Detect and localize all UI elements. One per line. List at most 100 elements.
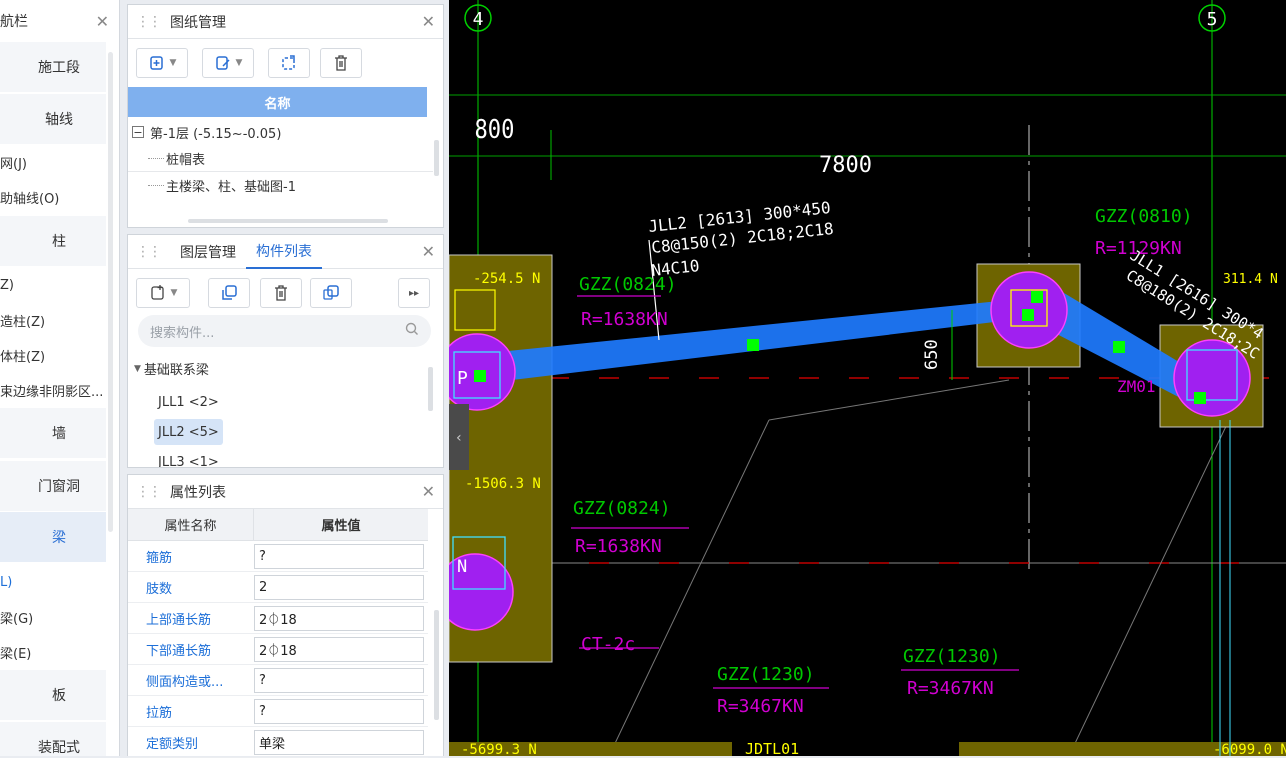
sidebar-item[interactable]: 轴线 <box>0 94 106 144</box>
tree-item-label: 主楼梁、柱、基础图-1 <box>166 180 296 195</box>
delete-component-button[interactable] <box>260 278 302 308</box>
reaction-label[interactable]: R=1638KN <box>581 309 668 330</box>
tab-component-list[interactable]: 构件列表 <box>246 235 322 269</box>
drawing-panel-title: 图纸管理 <box>170 14 226 31</box>
column-label[interactable]: GZZ(0824) <box>579 274 677 295</box>
grip-point[interactable] <box>1113 341 1125 353</box>
diagonal-line <box>768 379 1010 421</box>
sidebar-item[interactable]: 施工段 <box>0 42 106 92</box>
column-label[interactable]: GZZ(1230) <box>717 664 815 685</box>
sidebar-item[interactable]: 柱 <box>0 216 106 266</box>
component-item[interactable]: JLL2 <5> <box>154 419 223 445</box>
component-item-label: JLL2 <5> <box>158 424 219 440</box>
property-value-input[interactable]: 2⏀18 <box>254 605 424 631</box>
delete-drawing-button[interactable] <box>320 48 362 78</box>
column-label[interactable]: GZZ(1230) <box>903 646 1001 667</box>
sidebar-item[interactable]: 梁(E) <box>0 637 106 667</box>
property-value-input[interactable]: 2⏀18 <box>254 636 424 662</box>
column-label[interactable]: GZZ(0810) <box>1095 206 1193 227</box>
sidebar-item-label: 装配式 <box>38 740 80 756</box>
property-value-input[interactable]: ? <box>254 667 424 693</box>
sidebar-item[interactable]: 梁 <box>0 512 106 562</box>
group-header[interactable]: ▼ 基础联系梁 <box>134 359 209 378</box>
tree-connector <box>148 158 164 159</box>
sidebar-item[interactable]: Z) <box>0 270 106 300</box>
reaction-label[interactable]: R=3467KN <box>907 678 994 699</box>
reaction-label[interactable]: R=3467KN <box>717 696 804 717</box>
component-panel-header: ⋮⋮ 图层管理 构件列表 ✕ <box>128 235 443 269</box>
name-column-header[interactable]: 名称 <box>128 87 427 117</box>
chevron-down-icon: ▼ <box>134 363 141 374</box>
property-value-input[interactable]: ? <box>254 543 424 569</box>
sidebar-item[interactable]: 体柱(Z) <box>0 340 106 370</box>
edit-drawing-button[interactable]: ▼ <box>202 48 254 78</box>
sidebar-item[interactable]: 梁(G) <box>0 602 106 632</box>
export-drawing-button[interactable] <box>268 48 310 78</box>
property-value-input[interactable]: 单梁 <box>254 729 424 755</box>
property-name: 侧面构造或... <box>146 674 224 690</box>
copy-component-button[interactable] <box>208 278 250 308</box>
sidebar-item[interactable]: 束边缘非阴影区... <box>0 375 106 405</box>
tree-item[interactable]: 桩帽表 <box>128 146 433 172</box>
column-label[interactable]: GZZ(0824) <box>573 498 671 519</box>
grip-point[interactable] <box>1031 291 1043 303</box>
search-box[interactable]: 搜索构件... <box>138 315 431 347</box>
sidebar-item[interactable]: 门窗洞 <box>0 461 106 511</box>
sidebar-item[interactable]: 助轴线(O) <box>0 182 106 212</box>
export-icon <box>282 55 295 70</box>
horizontal-scrollbar[interactable] <box>188 219 388 223</box>
more-button[interactable]: ▸▸ <box>398 278 430 308</box>
cad-viewport[interactable]: 4 5 800 7800 650 JLL2 [2613] 300*450 C8@… <box>449 0 1286 756</box>
vertical-scrollbar[interactable] <box>434 610 439 720</box>
drag-handle-icon[interactable]: ⋮⋮ <box>136 484 162 500</box>
tab-layer-management[interactable]: 图层管理 <box>170 235 246 269</box>
property-row: 肢数 2 <box>128 572 428 603</box>
cap-label[interactable]: CT-2c <box>581 634 635 655</box>
chevron-left-icon: ‹ <box>455 430 463 446</box>
sidebar-item[interactable]: 网(J) <box>0 147 106 177</box>
sidebar-item[interactable]: L) <box>0 567 106 597</box>
vertical-scrollbar[interactable] <box>434 140 439 176</box>
component-item[interactable]: JLL3 <1> <box>154 449 223 468</box>
close-icon[interactable]: ✕ <box>422 482 435 501</box>
tree-item[interactable]: − 第-1层 (-5.15~-0.05) <box>128 119 433 145</box>
sidebar-item-label: L) <box>0 574 13 590</box>
grip-point[interactable] <box>474 370 486 382</box>
property-panel-title: 属性列表 <box>170 484 226 501</box>
component-item-label: JLL3 <1> <box>158 454 219 468</box>
grip-point[interactable] <box>1022 309 1034 321</box>
cad-drawing[interactable]: 4 5 800 7800 650 JLL2 [2613] 300*450 C8@… <box>449 0 1286 756</box>
component-item[interactable]: JLL1 <2> <box>154 389 223 415</box>
tree-item[interactable]: 主楼梁、柱、基础图-1 <box>128 173 433 197</box>
new-component-button[interactable]: ▼ <box>136 278 190 308</box>
drag-handle-icon[interactable]: ⋮⋮ <box>136 244 162 260</box>
property-value-input[interactable]: 2 <box>254 574 424 600</box>
reaction-label[interactable]: R=1638KN <box>575 536 662 557</box>
add-drawing-button[interactable]: ▼ <box>136 48 188 78</box>
trash-icon <box>335 55 347 71</box>
sidebar-item[interactable]: 墙 <box>0 408 106 458</box>
ground-beam-label[interactable]: ZM01 <box>1117 377 1156 396</box>
duplicate-layer-button[interactable] <box>310 278 352 308</box>
grip-point[interactable] <box>747 339 759 351</box>
collapse-toggle-icon[interactable]: − <box>132 126 144 138</box>
drag-handle-icon[interactable]: ⋮⋮ <box>136 14 162 30</box>
close-icon[interactable]: ✕ <box>422 12 435 31</box>
close-icon[interactable]: ✕ <box>96 12 109 31</box>
property-value-input[interactable]: ? <box>254 698 424 724</box>
reaction-label[interactable]: R=1129KN <box>1095 238 1182 259</box>
grip-point[interactable] <box>1194 392 1206 404</box>
nav-scrollbar[interactable] <box>108 52 113 532</box>
sidebar-item[interactable]: 板 <box>0 670 106 720</box>
search-icon <box>405 322 419 340</box>
property-panel-header: ⋮⋮ 属性列表 ✕ <box>128 475 443 509</box>
property-name: 箍筋 <box>146 550 173 566</box>
vertical-scrollbar[interactable] <box>428 367 433 411</box>
sidebar-item[interactable]: 造柱(Z) <box>0 305 106 335</box>
stair-label[interactable]: JDTL01 <box>745 740 799 756</box>
sidebar-item-label: 施工段 <box>38 60 80 76</box>
search-input[interactable]: 搜索构件... <box>150 322 214 341</box>
property-panel: ⋮⋮ 属性列表 ✕ 属性名称 属性值 箍筋? 肢数 2 上部通长筋 2⏀18 下部通长筋 2… <box>127 474 444 758</box>
sidebar-item[interactable]: 装配式 <box>0 722 106 756</box>
close-icon[interactable]: ✕ <box>422 242 435 261</box>
